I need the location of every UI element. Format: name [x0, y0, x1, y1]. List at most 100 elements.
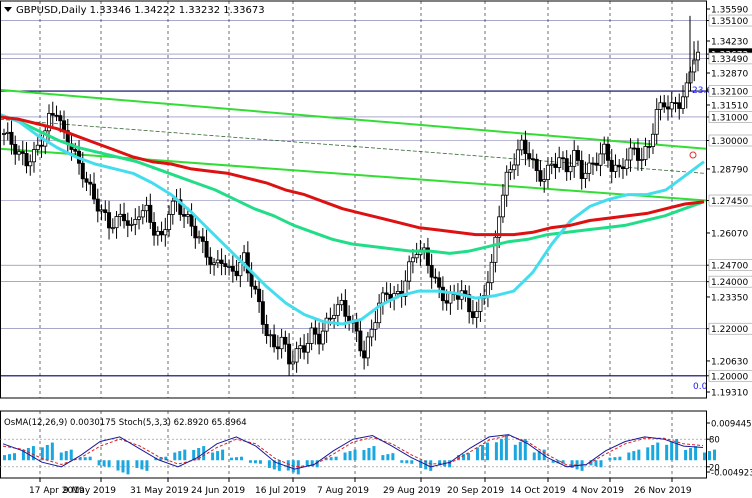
time-tick-label: 7 Aug 2019 [317, 486, 369, 496]
candle-body [208, 256, 213, 265]
price-tick-label: 1.22000 [711, 325, 748, 335]
candle-body [568, 165, 573, 173]
candle-body [163, 229, 168, 236]
osma-bar [221, 449, 225, 461]
candle-body [362, 350, 367, 359]
candle-body [144, 204, 149, 212]
osma-bar [613, 457, 617, 461]
candle-body [474, 311, 479, 318]
candle-body [32, 149, 37, 163]
candle-body [298, 345, 303, 350]
candle-body [617, 164, 622, 168]
time-tick-label: 16 Jul 2019 [255, 486, 306, 496]
candle-body [35, 144, 40, 150]
candle-body [665, 106, 670, 110]
candle-body [684, 82, 689, 98]
price-tick-label: 1.33490 [711, 55, 748, 65]
candle-body [654, 109, 659, 135]
candle-body [17, 151, 22, 155]
candle-body [647, 146, 652, 148]
osma-bar [689, 448, 693, 461]
candle-body [230, 266, 235, 272]
candle-body [557, 157, 562, 168]
candle-body [88, 181, 93, 185]
candle-body [107, 212, 112, 229]
candle-body [662, 102, 667, 108]
osma-bar [608, 457, 612, 461]
osma-bar [116, 460, 120, 471]
candle-body [317, 333, 322, 345]
candle-body [530, 158, 535, 161]
candle-body [523, 139, 528, 155]
candle-body [275, 346, 280, 350]
candle-body [9, 131, 14, 145]
osma-bar [83, 457, 87, 461]
candle-body [200, 236, 205, 242]
candle-body [538, 170, 543, 182]
candle-body [590, 162, 595, 165]
candle-body [658, 102, 663, 110]
time-tick-label: 20 Sep 2019 [447, 486, 504, 496]
candle-body [257, 288, 262, 303]
candle-body [512, 164, 517, 171]
osma-bar [405, 460, 409, 464]
candle-body [242, 252, 247, 263]
osma-bar [494, 442, 498, 461]
osma-bar [140, 460, 144, 470]
osma-bar [183, 449, 187, 461]
osma-bar [599, 460, 603, 468]
candle-body [290, 361, 295, 365]
time-tick-label: 14 Oct 2019 [510, 486, 566, 496]
candle-body [339, 300, 344, 306]
candle-body [673, 102, 678, 105]
candle-body [358, 330, 363, 352]
candle-body [572, 150, 577, 167]
candle-body [598, 153, 603, 166]
osma-bar [135, 460, 139, 468]
candle-body [605, 143, 610, 161]
time-tick-label: 29 Aug 2019 [383, 486, 441, 496]
price-tick-label: 1.31510 [711, 101, 748, 111]
osma-bar [13, 453, 16, 461]
candle-body [320, 330, 325, 345]
candle-body [20, 151, 25, 154]
osma-bar [656, 442, 660, 461]
candle-body [234, 270, 239, 277]
candle-body [148, 204, 153, 223]
candle-body [504, 171, 509, 196]
candle-body [13, 143, 18, 155]
osma-bar [429, 460, 433, 471]
price-tick-label: 1.35590 [711, 6, 748, 16]
candle-body [437, 277, 442, 288]
osma-bar [253, 460, 257, 464]
candle-body [508, 169, 513, 173]
osma-bar [353, 449, 357, 461]
candle-body [493, 236, 498, 263]
osma-bar [173, 452, 177, 461]
candle-body [560, 157, 565, 160]
osma-bar [410, 460, 414, 464]
osma-bar [651, 444, 655, 461]
candle-body [287, 343, 292, 365]
osma-bar [391, 453, 395, 461]
candle-body [643, 146, 648, 160]
price-tick-label: 1.35100 [711, 17, 748, 27]
oscillator-tick-label: 0.0094459 [711, 420, 752, 430]
candle-body [99, 209, 104, 212]
osma-bar [107, 460, 111, 468]
price-tick-label: 1.30000 [711, 137, 748, 147]
osma-bar [513, 444, 517, 461]
osma-bar [248, 460, 252, 463]
candle-body [328, 317, 333, 320]
candle-body [39, 144, 44, 147]
price-tick-label: 1.32100 [711, 88, 748, 98]
candle-body [62, 120, 67, 132]
candle-body [500, 194, 505, 218]
candle-body [583, 172, 588, 179]
osma-bar [665, 444, 669, 461]
time-tick-label: 26 Nov 2019 [634, 486, 692, 496]
candle-body [219, 259, 224, 265]
time-tick-label: 9 May 2019 [63, 486, 116, 496]
osma-bar [334, 456, 338, 461]
price-tick-label: 1.34230 [711, 37, 748, 47]
